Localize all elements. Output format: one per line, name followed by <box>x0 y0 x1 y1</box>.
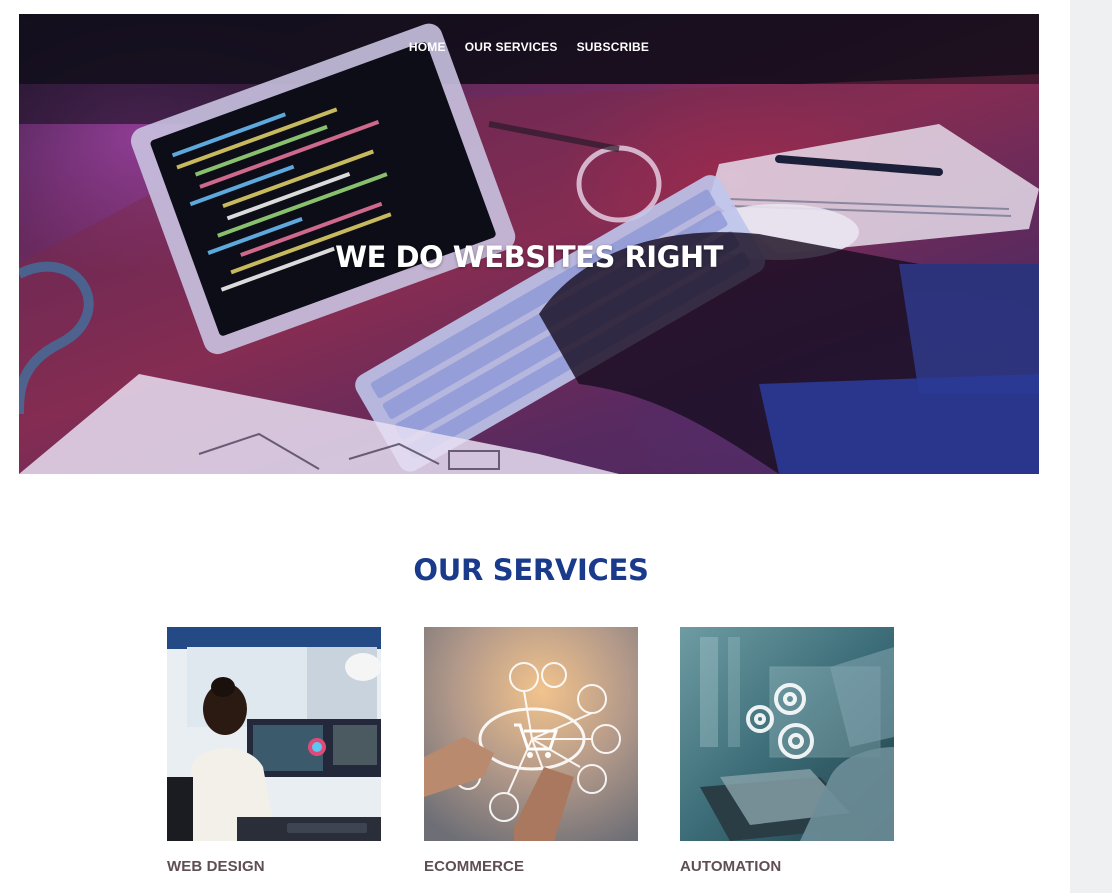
hero-title: WE DO WEBSITES RIGHT <box>335 240 723 274</box>
service-card-web-design[interactable]: WEB DESIGN <box>167 627 381 875</box>
nav-item-home[interactable]: HOME <box>409 40 446 54</box>
automation-image <box>680 627 894 841</box>
page: HOME OUR SERVICES SUBSCRIBE WE DO WEBSIT… <box>0 0 1070 893</box>
shopping-cart-hologram-photo[interactable] <box>424 627 638 841</box>
service-label-ecommerce: ECOMMERCE <box>424 858 525 875</box>
service-label-automation: AUTOMATION <box>680 858 782 875</box>
main-nav: HOME OUR SERVICES SUBSCRIBE <box>19 40 1039 54</box>
gears-laptop-photo[interactable] <box>680 627 894 841</box>
ecommerce-image <box>424 627 638 841</box>
developer-at-monitors-photo[interactable] <box>167 627 381 841</box>
service-card-ecommerce[interactable]: ECOMMERCE <box>424 627 638 875</box>
hero-banner: HOME OUR SERVICES SUBSCRIBE WE DO WEBSIT… <box>19 14 1039 474</box>
nav-item-our-services[interactable]: OUR SERVICES <box>465 40 558 54</box>
service-card-automation[interactable]: AUTOMATION <box>680 627 894 875</box>
side-panel <box>1070 0 1112 893</box>
nav-item-subscribe[interactable]: SUBSCRIBE <box>577 40 649 54</box>
web-design-image <box>167 627 381 841</box>
services-title: OUR SERVICES <box>413 553 649 587</box>
service-label-web-design: WEB DESIGN <box>167 858 265 875</box>
